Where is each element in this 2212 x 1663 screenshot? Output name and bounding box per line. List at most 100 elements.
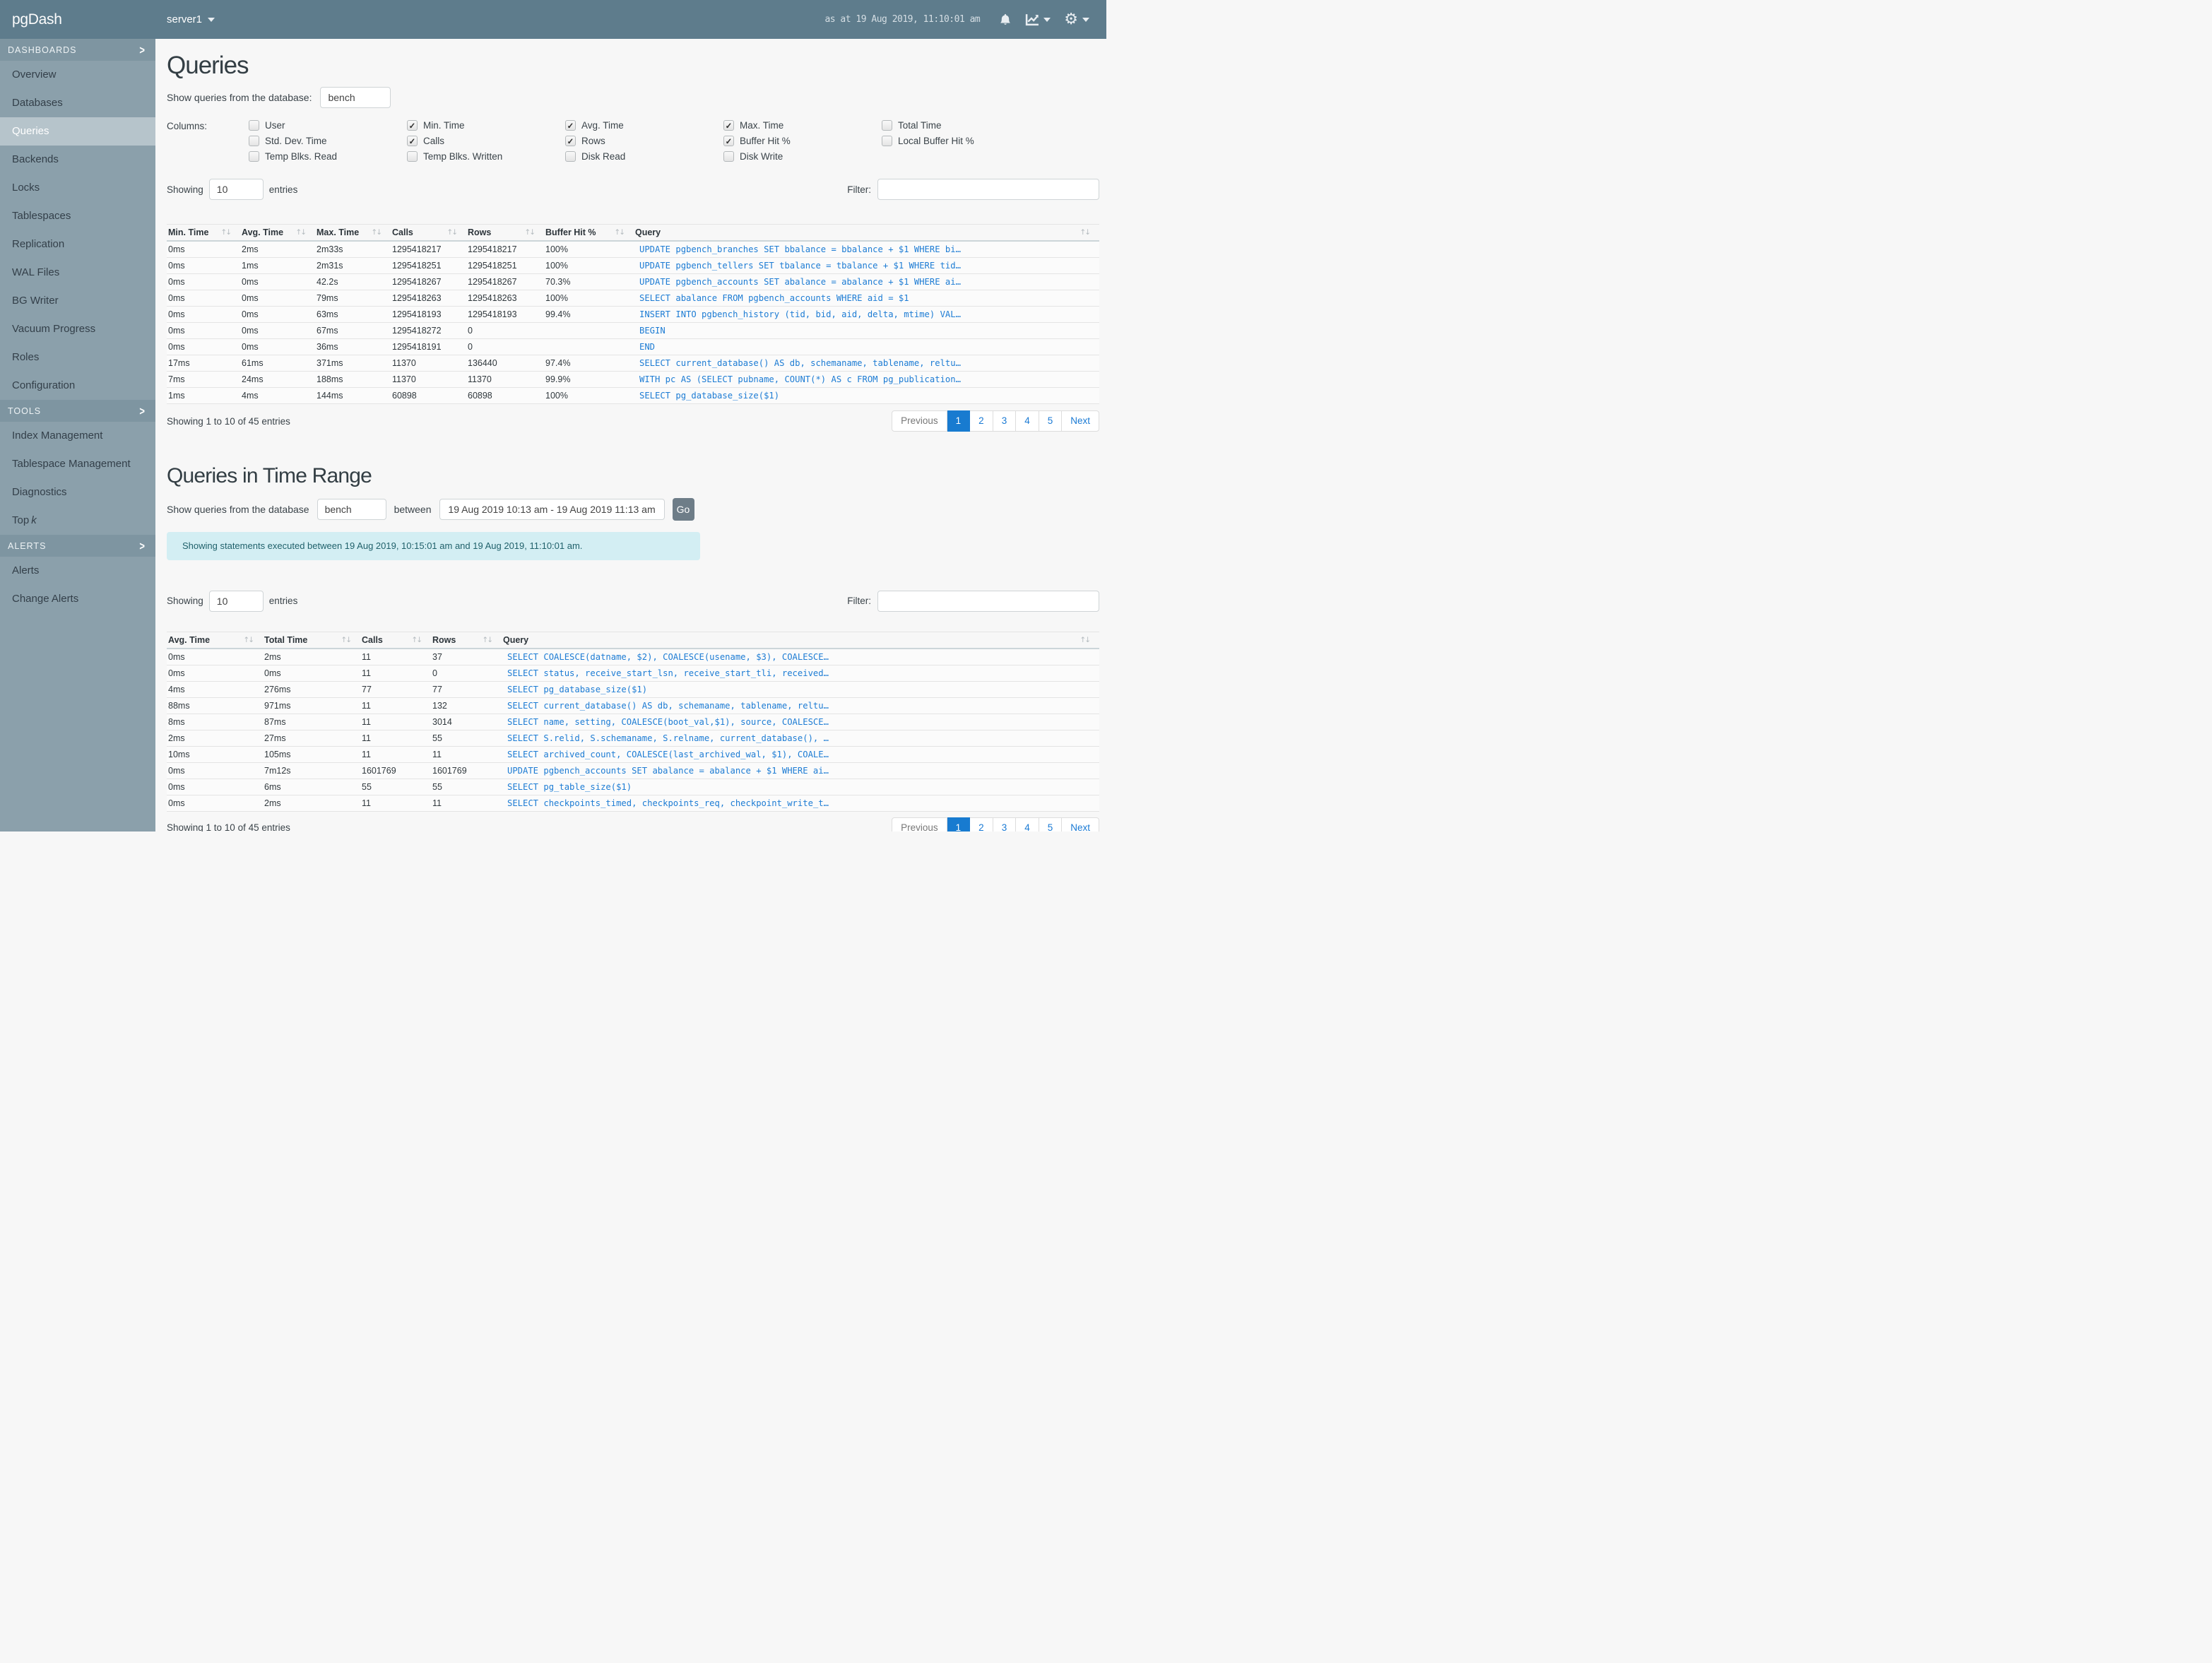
query-link[interactable]: UPDATE pgbench_accounts SET abalance = a… — [634, 277, 1099, 287]
filter-input[interactable] — [877, 179, 1099, 200]
database-input[interactable] — [317, 498, 386, 520]
column-header-query[interactable]: Query ↑↓ — [502, 635, 1099, 645]
query-link[interactable]: SELECT COALESCE(datname, $2), COALESCE(u… — [502, 652, 1099, 662]
pagination-page-3[interactable]: 3 — [993, 817, 1017, 832]
pagination-page-3[interactable]: 3 — [993, 410, 1017, 432]
section-title: Queries in Time Range — [167, 464, 372, 487]
column-checkbox-min-time[interactable]: ✓ Min. Time — [407, 120, 565, 131]
server-selector[interactable]: server1 — [167, 13, 215, 25]
column-header-rows[interactable]: Rows ↑↓ — [431, 635, 502, 645]
pagination-page-1[interactable]: 1 — [947, 410, 971, 432]
sidebar-item-change-alerts[interactable]: Change Alerts — [0, 585, 155, 613]
pagination-next[interactable]: Next — [1062, 410, 1099, 432]
notifications-button[interactable] — [999, 13, 1012, 27]
query-link[interactable]: INSERT INTO pgbench_history (tid, bid, a… — [634, 309, 1099, 319]
column-checkbox-user[interactable]: User — [249, 120, 407, 131]
column-header-calls[interactable]: Calls ↑↓ — [360, 635, 431, 645]
query-link[interactable]: SELECT status, receive_start_lsn, receiv… — [502, 668, 1099, 678]
showing-label: Showing — [167, 596, 203, 606]
column-checkbox-total-time[interactable]: Total Time — [882, 120, 1040, 131]
query-link[interactable]: SELECT abalance FROM pgbench_accounts WH… — [634, 293, 1099, 303]
database-input[interactable] — [320, 87, 391, 108]
column-checkbox-temp-blks-written[interactable]: Temp Blks. Written — [407, 151, 565, 162]
column-checkbox-disk-write[interactable]: Disk Write — [723, 151, 882, 162]
sidebar-item-overview[interactable]: Overview — [0, 61, 155, 89]
column-checkbox-max-time[interactable]: ✓ Max. Time — [723, 120, 882, 131]
pagination-previous[interactable]: Previous — [892, 817, 947, 832]
pagination-page-2[interactable]: 2 — [970, 817, 993, 832]
filter-input[interactable] — [877, 590, 1099, 612]
sidebar-item-queries[interactable]: Queries — [0, 117, 155, 146]
column-checkbox-buffer-hit[interactable]: ✓ Buffer Hit % — [723, 136, 882, 146]
pagination-page-1[interactable]: 1 — [947, 817, 971, 832]
sidebar-item-locks[interactable]: Locks — [0, 174, 155, 202]
query-link[interactable]: SELECT checkpoints_timed, checkpoints_re… — [502, 798, 1099, 808]
pagination-page-5[interactable]: 5 — [1039, 410, 1063, 432]
query-link[interactable]: SELECT pg_database_size($1) — [502, 685, 1099, 694]
column-header-query[interactable]: Query ↑↓ — [634, 227, 1099, 237]
query-link[interactable]: BEGIN — [634, 326, 1099, 336]
pagination-next[interactable]: Next — [1062, 817, 1099, 832]
column-checkbox-avg-time[interactable]: ✓ Avg. Time — [565, 120, 723, 131]
charts-menu-button[interactable] — [1025, 13, 1051, 26]
column-header-rows[interactable]: Rows ↑↓ — [466, 227, 544, 237]
sidebar-item-bg-writer[interactable]: BG Writer — [0, 287, 155, 315]
checkbox-label: Buffer Hit % — [740, 136, 791, 146]
sidebar-section-alerts[interactable]: ALERTS > — [0, 535, 155, 557]
query-link[interactable]: UPDATE pgbench_tellers SET tbalance = tb… — [634, 261, 1099, 271]
query-link[interactable]: SELECT current_database() AS db, scheman… — [634, 358, 1099, 368]
pagination-page-4[interactable]: 4 — [1016, 410, 1039, 432]
sidebar-item-label: Roles — [12, 351, 40, 363]
column-header-avg-time[interactable]: Avg. Time ↑↓ — [167, 635, 263, 645]
query-link[interactable]: SELECT pg_table_size($1) — [502, 782, 1099, 792]
column-checkbox-disk-read[interactable]: Disk Read — [565, 151, 723, 162]
page-size-input[interactable] — [208, 590, 264, 612]
column-checkbox-calls[interactable]: ✓ Calls — [407, 136, 565, 146]
pagination-page-2[interactable]: 2 — [970, 410, 993, 432]
query-link[interactable]: SELECT current_database() AS db, scheman… — [502, 701, 1099, 711]
pagination-previous[interactable]: Previous — [892, 410, 947, 432]
sidebar-item-diagnostics[interactable]: Diagnostics — [0, 478, 155, 507]
page-size-input[interactable] — [208, 179, 264, 200]
pagination-page-4[interactable]: 4 — [1016, 817, 1039, 832]
query-link[interactable]: WITH pc AS (SELECT pubname, COUNT(*) AS … — [634, 374, 1099, 384]
column-checkbox-std-dev-time[interactable]: Std. Dev. Time — [249, 136, 407, 146]
query-link[interactable]: SELECT S.relid, S.schemaname, S.relname,… — [502, 733, 1099, 743]
pagination-page-5[interactable]: 5 — [1039, 817, 1063, 832]
time-range-input[interactable] — [439, 498, 665, 520]
query-link[interactable]: UPDATE pgbench_branches SET bbalance = b… — [634, 244, 1099, 254]
sidebar-item-wal-files[interactable]: WAL Files — [0, 259, 155, 287]
column-checkbox-rows[interactable]: ✓ Rows — [565, 136, 723, 146]
query-link[interactable]: SELECT pg_database_size($1) — [634, 391, 1099, 401]
sidebar-item-backends[interactable]: Backends — [0, 146, 155, 174]
sidebar-item-alerts[interactable]: Alerts — [0, 557, 155, 585]
sidebar-item-tablespaces[interactable]: Tablespaces — [0, 202, 155, 230]
sidebar-item-configuration[interactable]: Configuration — [0, 372, 155, 400]
column-header-avg-time[interactable]: Avg. Time ↑↓ — [240, 227, 315, 237]
query-link[interactable]: SELECT name, setting, COALESCE(boot_val,… — [502, 717, 1099, 727]
sidebar-item-databases[interactable]: Databases — [0, 89, 155, 117]
query-link[interactable]: UPDATE pgbench_accounts SET abalance = a… — [502, 766, 1099, 776]
column-header-total-time[interactable]: Total Time ↑↓ — [263, 635, 360, 645]
sidebar-item-vacuum-progress[interactable]: Vacuum Progress — [0, 315, 155, 343]
column-header-buffer-hit[interactable]: Buffer Hit % ↑↓ — [544, 227, 634, 237]
sidebar-item-roles[interactable]: Roles — [0, 343, 155, 372]
column-header-calls[interactable]: Calls ↑↓ — [391, 227, 466, 237]
column-checkbox-local-buffer-hit[interactable]: Local Buffer Hit % — [882, 136, 1040, 146]
sidebar-item-index-management[interactable]: Index Management — [0, 422, 155, 450]
sidebar-section-dashboards[interactable]: DASHBOARDS > — [0, 39, 155, 61]
sidebar-section-tools[interactable]: TOOLS > — [0, 400, 155, 422]
sidebar-item-label: Diagnostics — [12, 486, 67, 498]
go-button[interactable]: Go — [672, 497, 694, 521]
query-link[interactable]: SELECT archived_count, COALESCE(last_arc… — [502, 750, 1099, 759]
column-header-min-time[interactable]: Min. Time ↑↓ — [167, 227, 240, 237]
cell: 0ms — [168, 293, 185, 303]
sidebar-item-tablespace-management[interactable]: Tablespace Management — [0, 450, 155, 478]
column-checkbox-temp-blks-read[interactable]: Temp Blks. Read — [249, 151, 407, 162]
query-link[interactable]: END — [634, 342, 1099, 352]
column-header-max-time[interactable]: Max. Time ↑↓ — [315, 227, 391, 237]
sidebar-item-replication[interactable]: Replication — [0, 230, 155, 259]
settings-menu-button[interactable]: ⚙ — [1064, 11, 1089, 28]
topbar: pgDash server1 as at 19 Aug 2019, 11:10:… — [0, 0, 1106, 39]
sidebar-item-top-k[interactable]: Top k — [0, 507, 155, 535]
